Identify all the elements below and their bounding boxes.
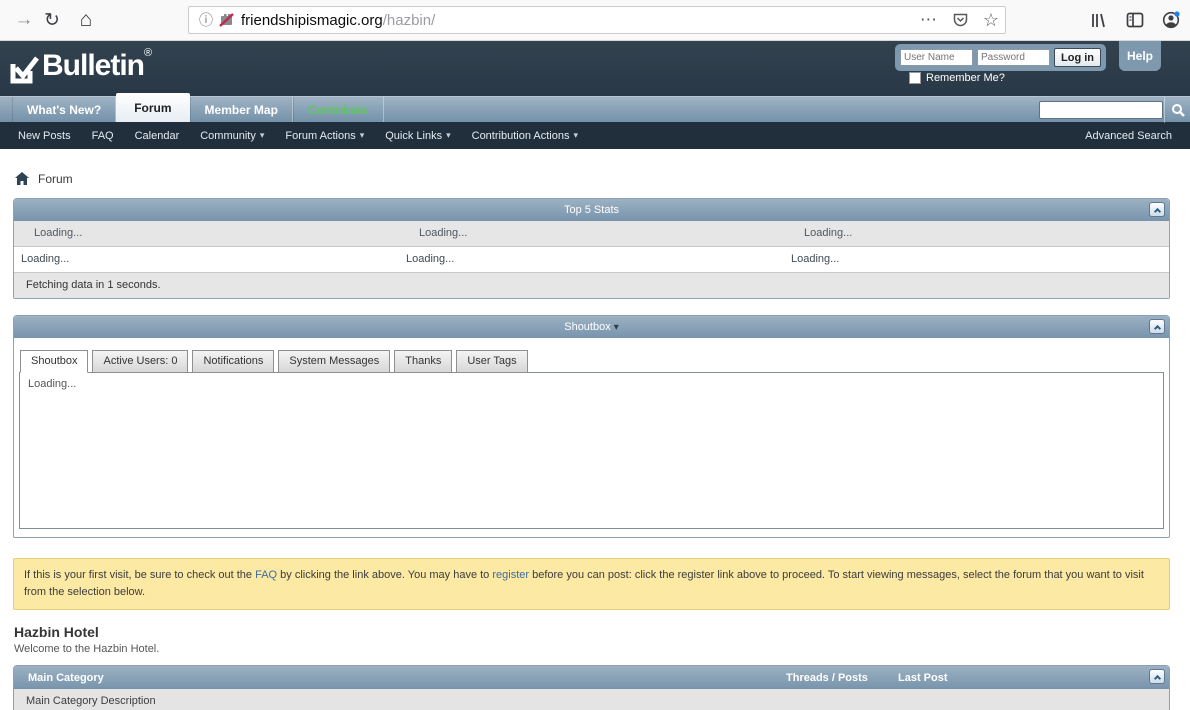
logo-text: Bulletin	[42, 49, 144, 83]
register-link[interactable]: register	[492, 569, 529, 581]
caret-down-icon: ▾	[573, 130, 578, 141]
main-category-header: Main Category Threads / Posts Last Post	[14, 666, 1169, 689]
shoutbox-tab-system-messages[interactable]: System Messages	[278, 350, 390, 373]
main-nav-tabbar: What's New? Forum Member Map Contribute	[0, 96, 1190, 122]
remember-me: Remember Me?	[909, 72, 1005, 84]
subnav-forum-actions[interactable]: Forum Actions▾	[285, 130, 364, 142]
browser-toolbar: → ↻ ⌂ ⓘ friendshipismagic.org/hazbin/ ⋯ …	[0, 0, 1190, 41]
stats-row-2: Loading... Loading... Loading...	[14, 246, 1169, 272]
stats-cell: Loading...	[784, 247, 1169, 272]
plugin-blocked-icon[interactable]	[219, 13, 235, 27]
login-button[interactable]: Log in	[1054, 48, 1101, 67]
url-host: friendshipismagic.org	[241, 12, 383, 29]
account-icon[interactable]	[1162, 11, 1180, 29]
password-field[interactable]	[977, 49, 1050, 66]
forum-section-title[interactable]: Hazbin Hotel	[14, 624, 1170, 640]
stats-fetching-status: Fetching data in 1 seconds.	[14, 272, 1169, 298]
chevron-up-icon	[1153, 675, 1160, 682]
column-threads-posts: Threads / Posts	[786, 672, 868, 684]
library-icon[interactable]	[1090, 12, 1108, 29]
vbulletin-check-icon	[10, 55, 40, 85]
search-input[interactable]	[1039, 101, 1163, 119]
forward-icon[interactable]: →	[10, 6, 38, 34]
subnav-faq[interactable]: FAQ	[92, 130, 114, 142]
stats-cell: Loading...	[399, 221, 784, 246]
collapse-button[interactable]	[1149, 669, 1165, 684]
page-info-icon[interactable]: ⓘ	[199, 10, 213, 30]
subnav-calendar[interactable]: Calendar	[135, 130, 180, 142]
stats-row-1: Loading... Loading... Loading...	[14, 221, 1169, 246]
stats-cell: Loading...	[784, 221, 1169, 246]
url-text[interactable]: friendshipismagic.org/hazbin/	[241, 12, 435, 29]
logo-registered-mark: ®	[144, 47, 152, 59]
subnav-new-posts[interactable]: New Posts	[18, 130, 71, 142]
url-bar[interactable]: ⓘ friendshipismagic.org/hazbin/ ⋯ ☆	[188, 6, 1006, 34]
forum-section-subtitle: Welcome to the Hazbin Hotel.	[14, 643, 1170, 655]
shoutbox-title: Shoutbox	[564, 321, 610, 333]
shoutbox-body: Shoutbox Active Users: 0 Notifications S…	[14, 338, 1169, 537]
tab-member-map[interactable]: Member Map	[190, 97, 293, 122]
breadcrumb: Forum	[15, 171, 1170, 186]
top5-stats-header: Top 5 Stats	[14, 199, 1169, 221]
shoutbox-header: Shoutbox ▾	[14, 316, 1169, 338]
search-icon	[1171, 103, 1185, 117]
caret-down-icon: ▾	[360, 130, 365, 141]
stats-cell: Loading...	[14, 247, 399, 272]
column-last-post: Last Post	[898, 672, 948, 684]
notice-text: by clicking the link above. You may have…	[277, 569, 492, 581]
bookmark-star-icon[interactable]: ☆	[983, 10, 999, 31]
main-category-title[interactable]: Main Category	[28, 672, 104, 684]
shoutbox-tab-shoutbox[interactable]: Shoutbox	[20, 350, 88, 373]
shoutbox-tab-thanks[interactable]: Thanks	[394, 350, 452, 373]
main-category-panel: Main Category Threads / Posts Last Post …	[13, 665, 1170, 710]
shoutbox-tab-active-users[interactable]: Active Users: 0	[92, 350, 188, 373]
breadcrumb-forum[interactable]: Forum	[38, 172, 73, 186]
faq-link[interactable]: FAQ	[255, 569, 277, 581]
stats-cell: Loading...	[14, 221, 399, 246]
search-button[interactable]	[1164, 97, 1190, 123]
tab-whats-new[interactable]: What's New?	[12, 97, 116, 122]
home-icon[interactable]	[15, 172, 29, 185]
vbulletin-logo[interactable]: Bulletin ®	[10, 49, 152, 85]
chevron-up-icon	[1153, 324, 1160, 331]
help-tab[interactable]: Help	[1119, 41, 1161, 71]
collapse-button[interactable]	[1149, 319, 1165, 334]
shoutbox-panel: Shoutbox ▾ Shoutbox Active Users: 0 Noti…	[13, 315, 1170, 538]
shoutbox-tab-notifications[interactable]: Notifications	[192, 350, 274, 373]
notice-text: If this is your first visit, be sure to …	[24, 569, 255, 581]
forum-section-heading: Hazbin Hotel Welcome to the Hazbin Hotel…	[14, 624, 1170, 655]
top5-stats-title: Top 5 Stats	[564, 204, 619, 216]
page-actions-icon[interactable]: ⋯	[920, 10, 938, 30]
sidebar-icon[interactable]	[1126, 12, 1144, 28]
tab-contribute[interactable]: Contribute	[293, 97, 384, 122]
tab-forum[interactable]: Forum	[116, 93, 189, 122]
subnav-quick-links[interactable]: Quick Links▾	[385, 130, 450, 142]
main-category-description: Main Category Description	[14, 689, 1169, 710]
remember-me-label: Remember Me?	[926, 72, 1005, 84]
remember-me-checkbox[interactable]	[909, 72, 921, 84]
collapse-button[interactable]	[1149, 202, 1165, 217]
pocket-icon[interactable]	[952, 12, 969, 28]
top5-stats-panel: Top 5 Stats Loading... Loading... Loadin…	[13, 198, 1170, 299]
sub-navbar: New Posts FAQ Calendar Community▾ Forum …	[0, 122, 1190, 149]
reload-icon[interactable]: ↻	[38, 6, 66, 34]
username-field[interactable]	[900, 49, 973, 66]
caret-down-icon[interactable]: ▾	[614, 322, 619, 333]
shoutbox-content: Loading...	[19, 372, 1164, 529]
caret-down-icon: ▾	[446, 130, 451, 141]
subnav-community[interactable]: Community▾	[200, 130, 264, 142]
first-visit-notice: If this is your first visit, be sure to …	[13, 558, 1170, 610]
shoutbox-tabs: Shoutbox Active Users: 0 Notifications S…	[19, 350, 1164, 373]
page-content: Forum Top 5 Stats Loading... Loading... …	[0, 149, 1190, 710]
shoutbox-tab-user-tags[interactable]: User Tags	[456, 350, 527, 373]
site-header: Bulletin ® Log in Help Remember Me?	[0, 41, 1190, 96]
advanced-search-link[interactable]: Advanced Search	[1085, 130, 1172, 142]
url-path: /hazbin/	[383, 12, 436, 29]
stats-cell: Loading...	[399, 247, 784, 272]
subnav-contribution-actions[interactable]: Contribution Actions▾	[472, 130, 578, 142]
chevron-up-icon	[1153, 207, 1160, 214]
home-icon[interactable]: ⌂	[72, 6, 100, 34]
login-box: Log in	[895, 44, 1106, 71]
caret-down-icon: ▾	[260, 130, 265, 141]
